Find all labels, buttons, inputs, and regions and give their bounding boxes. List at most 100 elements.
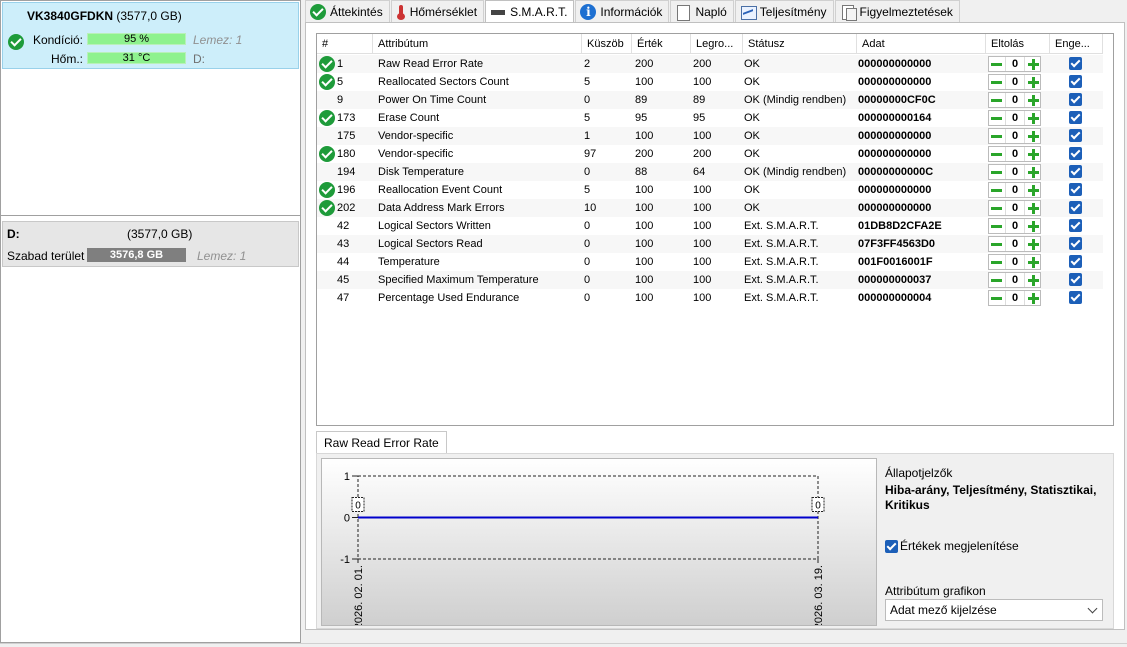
offset-value[interactable]: 0 <box>1005 237 1025 251</box>
enabled-checkbox[interactable] <box>1069 183 1082 196</box>
col-attribute[interactable]: Attribútum <box>373 34 582 54</box>
enabled-checkbox[interactable] <box>1069 291 1082 304</box>
minus-icon[interactable] <box>990 148 1003 161</box>
offset-value[interactable]: 0 <box>1005 201 1025 215</box>
enabled-checkbox[interactable] <box>1069 93 1082 106</box>
enabled-checkbox[interactable] <box>1069 129 1082 142</box>
plus-icon[interactable] <box>1027 220 1040 233</box>
graph-tab[interactable]: Raw Read Error Rate <box>316 431 447 453</box>
enabled-checkbox[interactable] <box>1069 147 1082 160</box>
tab-information[interactable]: i Információk <box>575 0 670 22</box>
table-row[interactable]: 47 Percentage Used Endurance 0 100 100 Ext. S… <box>317 289 1103 307</box>
tab-overview[interactable]: Áttekintés <box>305 0 390 22</box>
offset-stepper[interactable]: 0 <box>988 56 1041 72</box>
offset-value[interactable]: 0 <box>1005 111 1025 125</box>
table-row[interactable]: 9 Power On Time Count 0 89 89 OK (Mindig rend… <box>317 91 1103 109</box>
plus-icon[interactable] <box>1027 256 1040 269</box>
minus-icon[interactable] <box>990 76 1003 89</box>
plus-icon[interactable] <box>1027 58 1040 71</box>
table-row[interactable]: 42 Logical Sectors Written 0 100 100 Ext. S.M… <box>317 217 1103 235</box>
plus-icon[interactable] <box>1027 292 1040 305</box>
enabled-checkbox[interactable] <box>1069 237 1082 250</box>
offset-value[interactable]: 0 <box>1005 255 1025 269</box>
offset-stepper[interactable]: 0 <box>988 110 1041 126</box>
col-value[interactable]: Érték <box>632 34 691 54</box>
minus-icon[interactable] <box>990 292 1003 305</box>
minus-icon[interactable] <box>990 112 1003 125</box>
disk-card[interactable]: VK3840GFDKN (3577,0 GB) Kondíció: 95 % L… <box>2 2 299 69</box>
minus-icon[interactable] <box>990 274 1003 287</box>
offset-stepper[interactable]: 0 <box>988 254 1041 270</box>
minus-icon[interactable] <box>990 202 1003 215</box>
minus-icon[interactable] <box>990 220 1003 233</box>
attribute-graph-select[interactable]: Adat mező kijelzése <box>885 599 1103 621</box>
tab-log[interactable]: Napló <box>670 0 734 22</box>
table-row[interactable]: 196 Reallocation Event Count 5 100 100 OK 0000… <box>317 181 1103 199</box>
offset-stepper[interactable]: 0 <box>988 218 1041 234</box>
smart-table[interactable]: # Attribútum Küszöb Érték Legro... Státu… <box>316 33 1114 426</box>
table-row[interactable]: 1 Raw Read Error Rate 2 200 200 OK 00000000000… <box>317 55 1103 73</box>
enabled-checkbox[interactable] <box>1069 75 1082 88</box>
offset-stepper[interactable]: 0 <box>988 146 1041 162</box>
offset-value[interactable]: 0 <box>1005 75 1025 89</box>
minus-icon[interactable] <box>990 94 1003 107</box>
enabled-checkbox[interactable] <box>1069 201 1082 214</box>
col-worst[interactable]: Legro... <box>691 34 743 54</box>
enabled-checkbox[interactable] <box>1069 255 1082 268</box>
tab-warnings[interactable]: Figyelmeztetések <box>834 0 960 22</box>
plus-icon[interactable] <box>1027 274 1040 287</box>
offset-value[interactable]: 0 <box>1005 219 1025 233</box>
offset-value[interactable]: 0 <box>1005 165 1025 179</box>
col-enabled[interactable]: Enge... <box>1050 34 1103 54</box>
table-row[interactable]: 173 Erase Count 5 95 95 OK 000000000164 0 <box>317 109 1103 127</box>
minus-icon[interactable] <box>990 166 1003 179</box>
col-status[interactable]: Státusz <box>743 34 857 54</box>
plus-icon[interactable] <box>1027 238 1040 251</box>
offset-value[interactable]: 0 <box>1005 147 1025 161</box>
table-row[interactable]: 175 Vendor-specific 1 100 100 OK 000000000000 0 <box>317 127 1103 145</box>
offset-stepper[interactable]: 0 <box>988 128 1041 144</box>
show-values-label[interactable]: Értékek megjelenítése <box>900 539 1019 553</box>
enabled-checkbox[interactable] <box>1069 273 1082 286</box>
col-offset[interactable]: Eltolás <box>986 34 1050 54</box>
table-row[interactable]: 44 Temperature 0 100 100 Ext. S.M.A.R.T. 001F0… <box>317 253 1103 271</box>
offset-stepper[interactable]: 0 <box>988 92 1041 108</box>
table-row[interactable]: 43 Logical Sectors Read 0 100 100 Ext. S.M.A.… <box>317 235 1103 253</box>
offset-stepper[interactable]: 0 <box>988 200 1041 216</box>
plus-icon[interactable] <box>1027 76 1040 89</box>
offset-value[interactable]: 0 <box>1005 93 1025 107</box>
plus-icon[interactable] <box>1027 94 1040 107</box>
minus-icon[interactable] <box>990 184 1003 197</box>
plus-icon[interactable] <box>1027 184 1040 197</box>
col-data[interactable]: Adat <box>857 34 986 54</box>
table-row[interactable]: 202 Data Address Mark Errors 10 100 100 OK 000… <box>317 199 1103 217</box>
show-values-checkbox[interactable] <box>885 540 898 553</box>
minus-icon[interactable] <box>990 58 1003 71</box>
enabled-checkbox[interactable] <box>1069 57 1082 70</box>
table-row[interactable]: 45 Specified Maximum Temperature 0 100 100 Ex… <box>317 271 1103 289</box>
enabled-checkbox[interactable] <box>1069 165 1082 178</box>
offset-stepper[interactable]: 0 <box>988 272 1041 288</box>
volume-card[interactable]: D: (3577,0 GB) Szabad terület 3576,8 GB … <box>2 221 299 267</box>
table-row[interactable]: 194 Disk Temperature 0 88 64 OK (Mindig rendb… <box>317 163 1103 181</box>
offset-stepper[interactable]: 0 <box>988 236 1041 252</box>
tab-smart[interactable]: S.M.A.R.T. <box>485 0 575 23</box>
offset-value[interactable]: 0 <box>1005 57 1025 71</box>
plus-icon[interactable] <box>1027 130 1040 143</box>
enabled-checkbox[interactable] <box>1069 219 1082 232</box>
offset-stepper[interactable]: 0 <box>988 182 1041 198</box>
offset-value[interactable]: 0 <box>1005 183 1025 197</box>
plus-icon[interactable] <box>1027 202 1040 215</box>
tab-performance[interactable]: Teljesítmény <box>734 0 834 22</box>
plus-icon[interactable] <box>1027 148 1040 161</box>
offset-stepper[interactable]: 0 <box>988 290 1041 306</box>
col-threshold[interactable]: Küszöb <box>582 34 632 54</box>
enabled-checkbox[interactable] <box>1069 111 1082 124</box>
offset-stepper[interactable]: 0 <box>988 74 1041 90</box>
offset-value[interactable]: 0 <box>1005 273 1025 287</box>
offset-value[interactable]: 0 <box>1005 291 1025 305</box>
col-id[interactable]: # <box>317 34 373 54</box>
tab-temperature[interactable]: Hőmérséklet <box>390 0 485 22</box>
offset-stepper[interactable]: 0 <box>988 164 1041 180</box>
plus-icon[interactable] <box>1027 112 1040 125</box>
